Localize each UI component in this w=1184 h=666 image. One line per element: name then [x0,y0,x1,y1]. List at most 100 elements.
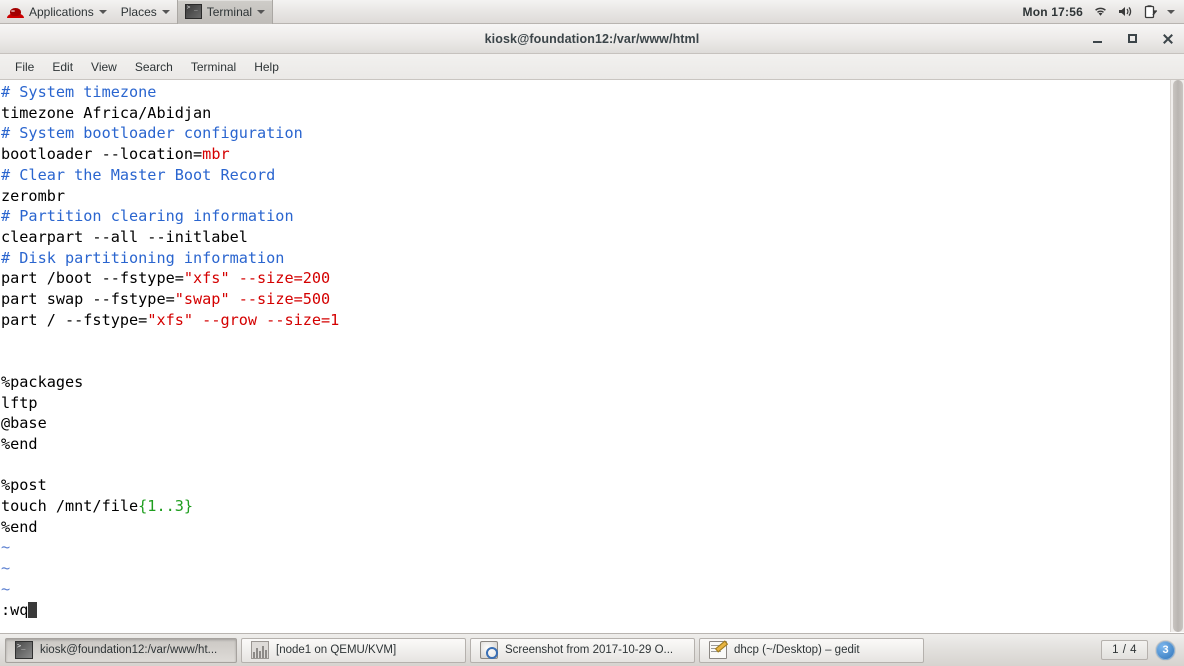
terminal-span: {1..3} [138,497,194,516]
terminal-span: part swap --fstype= [1,290,175,309]
taskbar-button-label: dhcp (~/Desktop) – gedit [734,644,860,656]
terminal-line: %post [1,475,1170,496]
terminal-span: bootloader --location= [1,145,203,164]
taskbar-button[interactable]: [node1 on QEMU/KVM] [241,637,466,663]
terminal-line: %end [1,517,1170,538]
menu-item-file[interactable]: File [6,57,43,77]
terminal-span: %packages [1,372,84,391]
terminal-line: # Clear the Master Boot Record [1,165,1170,186]
terminal-line: ~ [1,558,1170,579]
terminal-line: @base [1,413,1170,434]
volume-icon[interactable] [1118,5,1134,18]
terminal-line: ~ [1,537,1170,558]
terminal-cursor [28,601,38,618]
taskbar-window-list: kiosk@foundation12:/var/www/ht... [node1 … [5,637,924,663]
terminal-line: %end [1,434,1170,455]
terminal-span: touch /mnt/file [1,497,139,516]
terminal-span: part /boot --fstype= [1,269,184,288]
terminal-span: "swap" --size=500 [174,290,331,309]
terminal-content-area[interactable]: # System timezone timezone Africa/Abidjan… [0,80,1184,632]
close-button[interactable] [1162,33,1174,45]
terminal-span: %end [1,434,38,453]
chevron-down-icon [98,9,107,14]
battery-icon[interactable] [1144,4,1157,19]
terminal-line: part /boot --fstype="xfs" --size=200 [1,268,1170,289]
window-controls [1092,24,1174,54]
taskbar-button-label: kiosk@foundation12:/var/www/ht... [40,644,218,656]
terminal-span: mbr [202,145,230,164]
terminal-line: # Partition clearing information [1,206,1170,227]
taskbar-button[interactable]: kiosk@foundation12:/var/www/ht... [5,637,237,663]
terminal-span: %end [1,517,38,536]
window-titlebar: kiosk@foundation12:/var/www/html [0,24,1184,54]
window-menu-terminal[interactable]: Terminal [176,0,274,24]
terminal-span: # System bootloader configuration [1,124,303,143]
virt-manager-icon [251,641,269,659]
wifi-icon[interactable] [1093,5,1108,18]
terminal-line: # System bootloader configuration [1,123,1170,144]
menu-item-terminal[interactable]: Terminal [182,57,245,77]
image-viewer-icon [480,641,498,659]
terminal-line: %packages [1,372,1170,393]
terminal-line: bootloader --location=mbr [1,144,1170,165]
maximize-button[interactable] [1127,33,1139,45]
taskbar-button[interactable]: dhcp (~/Desktop) – gedit [699,637,924,663]
taskbar-button[interactable]: Screenshot from 2017-10-29 O... [470,637,695,663]
places-menu-label: Places [120,4,157,19]
terminal-line: # Disk partitioning information [1,248,1170,269]
places-menu[interactable]: Places [114,0,177,24]
chevron-down-icon [257,9,266,14]
terminal-line: part / --fstype="xfs" --grow --size=1 [1,310,1170,331]
workspace-switcher[interactable]: 1 / 4 [1101,640,1148,660]
taskbar-button-label: Screenshot from 2017-10-29 O... [505,644,674,656]
terminal-span: clearpart --all --initlabel [1,227,248,246]
chevron-down-icon[interactable] [1167,9,1175,14]
applications-menu[interactable]: Applications [0,0,114,24]
taskbar-button-label: [node1 on QEMU/KVM] [276,644,397,656]
notification-badge[interactable]: 3 [1155,639,1176,661]
taskbar: kiosk@foundation12:/var/www/ht... [node1 … [0,633,1184,666]
terminal-span: :wq [1,600,29,619]
terminal-icon [184,4,202,19]
terminal-span: # Disk partitioning information [1,248,285,267]
terminal-window: kiosk@foundation12:/var/www/html File Edi… [0,24,1184,633]
terminal-span: "xfs" --grow --size=1 [147,310,340,329]
menu-item-search[interactable]: Search [126,57,182,77]
terminal-line: zerombr [1,186,1170,207]
terminal-line: clearpart --all --initlabel [1,227,1170,248]
terminal-line: touch /mnt/file{1..3} [1,496,1170,517]
terminal-span: # Partition clearing information [1,207,294,226]
terminal-span: # Clear the Master Boot Record [1,165,276,184]
minimize-button[interactable] [1092,33,1104,45]
terminal-line: :wq [1,600,1170,621]
chevron-down-icon [161,9,170,14]
terminal-span: ~ [1,559,11,578]
terminal-span: @base [1,414,47,433]
taskbar-status-area: 1 / 4 3 [1101,639,1179,661]
menu-item-edit[interactable]: Edit [43,57,82,77]
terminal-text[interactable]: # System timezone timezone Africa/Abidjan… [0,80,1170,632]
applications-menu-label: Applications [29,4,94,19]
scrollbar-thumb[interactable] [1173,80,1183,632]
terminal-span: ~ [1,579,11,598]
terminal-span: lftp [1,393,38,412]
terminal-icon [15,641,33,659]
terminal-span: ~ [1,538,11,557]
gedit-icon [709,641,727,659]
terminal-line: lftp [1,393,1170,414]
menu-item-view[interactable]: View [82,57,126,77]
terminal-scrollbar[interactable] [1170,80,1184,632]
top-panel: Applications Places Terminal Mon 17:56 [0,0,1184,24]
panel-status-area: Mon 17:56 [1023,0,1184,24]
clock[interactable]: Mon 17:56 [1023,5,1083,19]
terminal-span: "xfs" --size=200 [183,269,331,288]
terminal-span: %post [1,476,47,495]
terminal-span: zerombr [1,186,66,205]
window-title: kiosk@foundation12:/var/www/html [484,31,700,46]
desktop-root: Applications Places Terminal Mon 17:56 [0,0,1184,666]
menu-item-help[interactable]: Help [245,57,288,77]
terminal-line: # System timezone [1,82,1170,103]
